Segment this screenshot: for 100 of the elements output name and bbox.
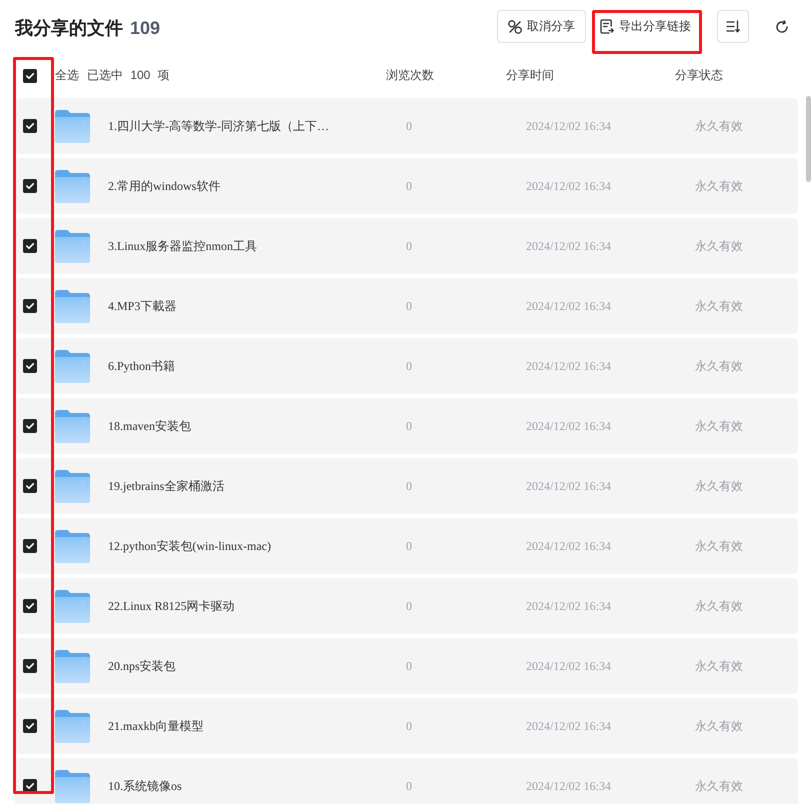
file-name: 18.maven安装包 (108, 418, 192, 434)
share-status: 永久有效 (695, 358, 744, 374)
folder-icon (55, 530, 90, 562)
file-row[interactable]: 6.Python书籍 0 2024/12/02 16:34 永久有效 (15, 338, 798, 394)
view-count: 0 (406, 598, 413, 614)
file-row[interactable]: 19.jetbrains全家桶激活 0 2024/12/02 16:34 永久有效 (15, 458, 798, 514)
select-all-label: 全选 (55, 67, 79, 84)
unshare-button[interactable]: 取消分享 (497, 10, 586, 43)
folder-icon (55, 710, 90, 742)
column-header: 分享状态 (675, 67, 723, 84)
checkmark-icon (26, 303, 34, 309)
folder-icon (55, 350, 90, 382)
row-checkbox[interactable] (23, 179, 37, 193)
file-name: 10.系统镜像os (108, 778, 183, 794)
share-status: 永久有效 (695, 718, 744, 734)
select-all-checkbox[interactable] (23, 68, 37, 82)
share-status: 永久有效 (695, 598, 744, 614)
checkmark-icon (26, 543, 34, 549)
share-time: 2024/12/02 16:34 (526, 418, 612, 434)
file-row[interactable]: 20.nps安装包 0 2024/12/02 16:34 永久有效 (15, 638, 798, 694)
share-time: 2024/12/02 16:34 (526, 718, 612, 734)
share-status: 永久有效 (695, 418, 744, 434)
checkmark-icon (26, 723, 34, 729)
share-status: 永久有效 (695, 538, 744, 554)
checkmark-icon (26, 72, 34, 78)
file-row[interactable]: 21.maxkb向量模型 0 2024/12/02 16:34 永久有效 (15, 698, 798, 754)
file-row[interactable]: 22.Linux R8125网卡驱动 0 2024/12/02 16:34 永久有效 (15, 578, 798, 634)
file-name: 12.python安装包(win-linux-mac) (108, 538, 272, 554)
folder-icon (55, 110, 90, 142)
view-count: 0 (406, 538, 413, 554)
file-row[interactable]: 3.Linux服务器监控nmon工具 0 2024/12/02 16:34 永久有效 (15, 218, 798, 274)
file-name: 3.Linux服务器监控nmon工具 (108, 238, 258, 254)
share-status: 永久有效 (695, 238, 744, 254)
file-name: 6.Python书籍 (108, 358, 176, 374)
sort-button[interactable] (717, 10, 749, 43)
file-row[interactable]: 12.python安装包(win-linux-mac) 0 2024/12/02 16:34 永久有效 (15, 518, 798, 574)
row-checkbox[interactable] (23, 419, 37, 433)
folder-icon (55, 290, 90, 322)
share-status: 永久有效 (695, 118, 744, 134)
file-row[interactable]: 10.系统镜像os 0 2024/12/02 16:34 永久有效 (15, 758, 798, 804)
share-time: 2024/12/02 16:34 (526, 478, 612, 494)
share-time: 2024/12/02 16:34 (526, 118, 612, 134)
view-count: 0 (406, 418, 413, 434)
checkmark-icon (26, 243, 34, 249)
folder-icon (55, 230, 90, 262)
refresh-icon (775, 20, 789, 34)
file-name: 22.Linux R8125网卡驱动 (108, 598, 236, 614)
view-count: 0 (406, 358, 413, 374)
file-name: 4.MP3下載器 (108, 298, 178, 314)
checkmark-icon (26, 123, 34, 129)
broken-link-icon (508, 20, 522, 34)
selection-count: 已选中 100 项 (87, 67, 171, 84)
checkmark-icon (26, 183, 34, 189)
checkmark-icon (26, 423, 34, 429)
file-row[interactable]: 2.常用的windows软件 0 2024/12/02 16:34 永久有效 (15, 158, 798, 214)
file-name: 2.常用的windows软件 (108, 178, 222, 194)
view-count: 0 (406, 778, 413, 794)
file-row[interactable]: 4.MP3下載器 0 2024/12/02 16:34 永久有效 (15, 278, 798, 334)
folder-icon (55, 770, 90, 802)
column-header: 浏览次数 (386, 67, 435, 84)
checkmark-icon (26, 603, 34, 609)
checkmark-icon (26, 783, 34, 789)
sort-icon (726, 20, 740, 33)
row-checkbox[interactable] (23, 239, 37, 253)
share-time: 2024/12/02 16:34 (526, 658, 612, 674)
view-count: 0 (406, 238, 413, 254)
folder-icon (55, 470, 90, 502)
file-count: 109 (130, 18, 160, 38)
view-count: 0 (406, 478, 413, 494)
share-status: 永久有效 (695, 778, 744, 794)
page-title: 我分享的文件 (15, 17, 123, 40)
row-checkbox[interactable] (23, 359, 37, 373)
share-time: 2024/12/02 16:34 (526, 598, 612, 614)
column-header: 分享时间 (506, 67, 555, 84)
checkmark-icon (26, 363, 34, 369)
row-checkbox[interactable] (23, 539, 37, 553)
file-row[interactable]: 1.四川大学-高等数学-同济第七版（上下… 0 2024/12/02 16:34 永久有效 (15, 98, 798, 154)
document-export-icon (600, 19, 614, 34)
share-time: 2024/12/02 16:34 (526, 298, 612, 314)
row-checkbox[interactable] (23, 599, 37, 613)
folder-icon (55, 170, 90, 202)
row-checkbox[interactable] (23, 299, 37, 313)
file-row[interactable]: 18.maven安装包 0 2024/12/02 16:34 永久有效 (15, 398, 798, 454)
row-checkbox[interactable] (23, 659, 37, 673)
share-status: 永久有效 (695, 658, 744, 674)
checkmark-icon (26, 483, 34, 489)
row-checkbox[interactable] (23, 719, 37, 733)
scrollbar-thumb[interactable] (806, 96, 811, 182)
row-checkbox[interactable] (23, 119, 37, 133)
row-checkbox[interactable] (23, 479, 37, 493)
checkmark-icon (26, 663, 34, 669)
share-time: 2024/12/02 16:34 (526, 358, 612, 374)
share-status: 永久有效 (695, 178, 744, 194)
file-name: 1.四川大学-高等数学-同济第七版（上下… (108, 118, 330, 134)
file-name: 19.jetbrains全家桶激活 (108, 478, 226, 494)
share-status: 永久有效 (695, 298, 744, 314)
view-count: 0 (406, 118, 413, 134)
share-status: 永久有效 (695, 478, 744, 494)
file-name: 21.maxkb向量模型 (108, 718, 205, 734)
folder-icon (55, 590, 90, 622)
